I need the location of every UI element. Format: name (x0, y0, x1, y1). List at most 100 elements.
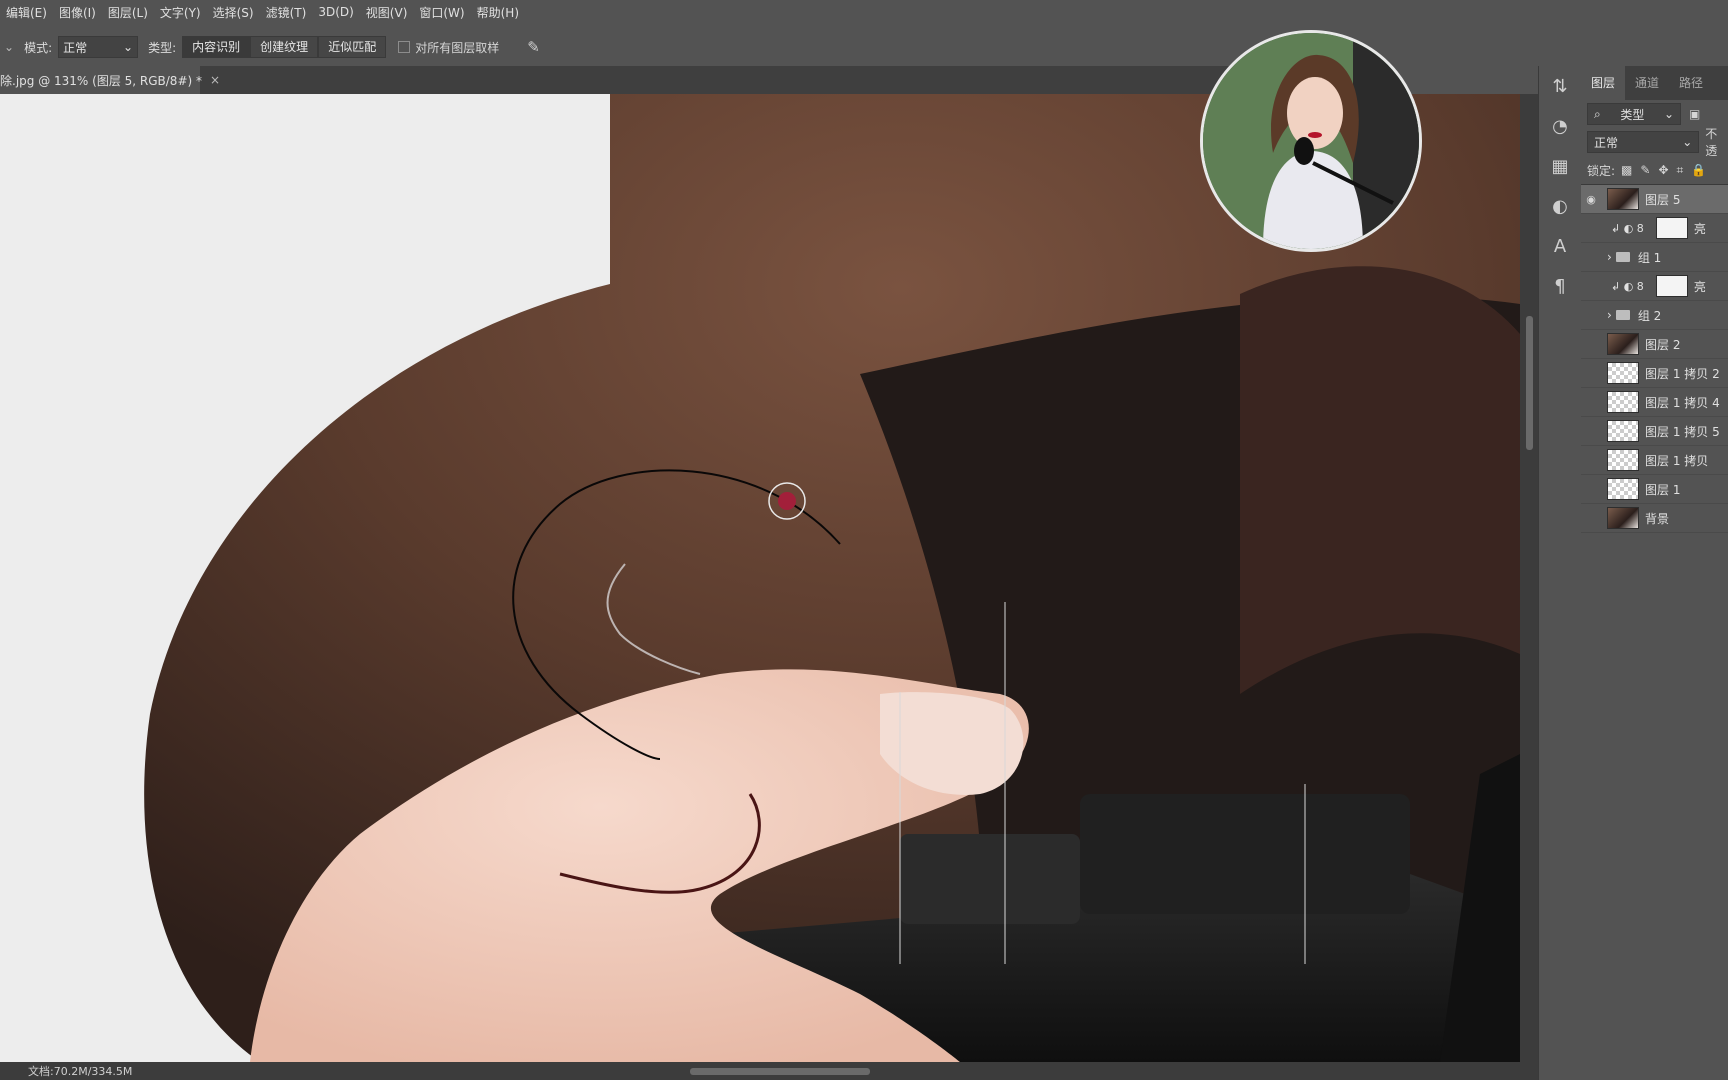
lock-artboard-icon[interactable]: ⌗ (1677, 163, 1684, 178)
type-create-texture-button[interactable]: 创建纹理 (250, 36, 319, 58)
layer-filter-row: ⌕ 类型 ⌄ ▣ (1581, 100, 1728, 128)
chevron-down-icon: ⌄ (1682, 135, 1693, 149)
sample-all-layers-label: 对所有图层取样 (415, 40, 500, 55)
chevron-right-icon[interactable]: › (1607, 308, 1612, 322)
chevron-down-icon: ⌄ (1663, 107, 1674, 121)
hair (1240, 266, 1520, 694)
pressure-brush-icon[interactable]: ✎ (527, 38, 540, 56)
options-bar: ⌄ 模式: 正常 ⌄ 类型: 内容识别 创建纹理 近似匹配 对所有图层取样 ✎ (0, 32, 1728, 62)
document-tab[interactable]: 除.jpg @ 131% (图层 5, RGB/8#) * × (0, 66, 220, 94)
layer-thumbnail (1607, 188, 1639, 210)
layer-row[interactable]: 图层 2 (1581, 330, 1728, 359)
layer-mask-thumbnail[interactable] (1655, 217, 1688, 239)
menu-item[interactable]: 文字(Y) (154, 4, 207, 21)
history-icon[interactable]: ⇅ (1539, 66, 1581, 106)
image-filter-icon[interactable]: ▣ (1689, 107, 1700, 121)
menu-item[interactable]: 编辑(E) (0, 4, 53, 21)
mode-value: 正常 (63, 40, 88, 55)
menu-item[interactable]: 视图(V) (360, 4, 414, 21)
lock-transparent-icon[interactable]: ▩ (1621, 163, 1632, 177)
sample-all-layers-checkbox[interactable] (398, 41, 411, 53)
status-bar: 文档:70.2M/334.5M (0, 1062, 228, 1080)
layer-row[interactable]: › 组 1 (1581, 243, 1728, 272)
adjustments-icon[interactable]: ◐ (1539, 186, 1581, 226)
tab-layers[interactable]: 图层 (1581, 66, 1626, 100)
panel-tabs: 图层 通道 路径 (1581, 66, 1728, 100)
vertical-scrollbar[interactable] (1520, 94, 1538, 1062)
type-content-aware-button[interactable]: 内容识别 (182, 36, 251, 58)
layer-name: 图层 5 (1645, 192, 1681, 207)
lock-pixels-icon[interactable]: ✎ (1640, 163, 1650, 177)
folder-icon (1615, 252, 1630, 262)
layer-name: 背景 (1645, 511, 1670, 526)
layer-thumbnail (1607, 391, 1639, 413)
panel-icon-strip: ⇅ ◔ ▦ ◐ A ¶ (1538, 66, 1582, 1080)
layer-name: 图层 1 拷贝 (1645, 453, 1709, 468)
adjustment-layer-icon: ↲ ◐ 8 (1611, 221, 1644, 235)
layer-row[interactable]: 图层 1 (1581, 475, 1728, 504)
webcam-video (1203, 33, 1419, 249)
menu-item[interactable]: 窗口(W) (413, 4, 470, 21)
layer-thumbnail (1607, 420, 1639, 442)
lock-label: 锁定: (1587, 163, 1616, 178)
layer-row[interactable]: ↲ ◐ 8 亮 (1581, 272, 1728, 301)
layer-row[interactable]: 图层 1 拷贝 2 (1581, 359, 1728, 388)
blend-mode-select[interactable]: 正常 ⌄ (1587, 131, 1700, 153)
layer-row[interactable]: ↲ ◐ 8 亮 (1581, 214, 1728, 243)
menu-item[interactable]: 3D(D) (312, 5, 359, 19)
tab-paths[interactable]: 路径 (1669, 66, 1713, 100)
character-icon[interactable]: A (1539, 226, 1581, 266)
layer-row[interactable]: 背景 (1581, 504, 1728, 533)
mode-select[interactable]: 正常 ⌄ (58, 36, 139, 58)
visibility-eye-icon[interactable]: ◉ (1581, 193, 1601, 206)
tab-channels[interactable]: 通道 (1625, 66, 1669, 100)
menu-item[interactable]: 帮助(H) (471, 4, 525, 21)
document-size-status: 文档:70.2M/334.5M (28, 1065, 133, 1078)
brush-cursor-dot (778, 492, 796, 510)
paragraph-icon[interactable]: ¶ (1539, 266, 1581, 306)
layer-row[interactable]: ◉ 图层 5 (1581, 185, 1728, 214)
adjustment-layer-icon: ↲ ◐ 8 (1611, 279, 1644, 293)
layer-name: 图层 1 拷贝 2 (1645, 366, 1720, 381)
layer-row[interactable]: 图层 1 拷贝 5 (1581, 417, 1728, 446)
lock-position-icon[interactable]: ✥ (1658, 163, 1668, 177)
layer-row[interactable]: › 组 2 (1581, 301, 1728, 330)
chevron-down-icon: ⌄ (123, 40, 134, 54)
horizontal-scroll-thumb[interactable] (690, 1068, 870, 1075)
menu-item[interactable]: 滤镜(T) (260, 4, 313, 21)
layer-name: 亮 (1693, 221, 1706, 236)
type-label: 类型: (148, 40, 177, 55)
layers-panel: 图层 通道 路径 ⌕ 类型 ⌄ ▣ 正常 ⌄ 不透 锁定: ▩ ✎ ✥ ⌗ 🔒 … (1581, 66, 1728, 1080)
layer-row[interactable]: 图层 1 拷贝 (1581, 446, 1728, 475)
menu-item[interactable]: 图层(L) (102, 4, 154, 21)
opacity-label: 不透 (1705, 127, 1718, 158)
camera-dial (1080, 794, 1410, 914)
layer-name: 组 1 (1637, 250, 1662, 265)
horizontal-scrollbar[interactable] (0, 1062, 1538, 1080)
close-icon[interactable]: × (210, 73, 220, 87)
lock-row: 锁定: ▩ ✎ ✥ ⌗ 🔒 (1581, 156, 1728, 184)
type-segment: 内容识别 创建纹理 近似匹配 (182, 36, 387, 58)
mode-label: 模式: (24, 40, 53, 55)
document-tab-bar: 除.jpg @ 131% (图层 5, RGB/8#) * × (0, 66, 1385, 94)
layer-thumbnail (1607, 507, 1639, 529)
menu-item[interactable]: 选择(S) (207, 4, 260, 21)
layer-filter-value: 类型 (1620, 107, 1645, 122)
layer-row[interactable]: 图层 1 拷贝 4 (1581, 388, 1728, 417)
type-proximity-match-button[interactable]: 近似匹配 (318, 36, 387, 58)
color-palette-icon[interactable]: ◔ (1539, 106, 1581, 146)
layer-filter-select[interactable]: ⌕ 类型 ⌄ (1587, 103, 1681, 125)
tool-preset-chevron-icon[interactable]: ⌄ (4, 40, 14, 54)
layer-name: 图层 1 拷贝 5 (1645, 424, 1720, 439)
folder-icon (1615, 310, 1630, 320)
lock-all-icon[interactable]: 🔒 (1691, 163, 1706, 177)
chevron-right-icon[interactable]: › (1607, 250, 1612, 264)
blend-mode-value: 正常 (1594, 135, 1619, 150)
menu-bar: 编辑(E) 图像(I) 图层(L) 文字(Y) 选择(S) 滤镜(T) 3D(D) 视图(V)… (0, 0, 1728, 24)
layer-name: 亮 (1693, 279, 1706, 294)
swatches-grid-icon[interactable]: ▦ (1539, 146, 1581, 186)
menu-item[interactable]: 图像(I) (53, 4, 102, 21)
layer-mask-thumbnail[interactable] (1655, 275, 1688, 297)
vertical-scroll-thumb[interactable] (1526, 316, 1533, 450)
layer-name: 图层 1 拷贝 4 (1645, 395, 1720, 410)
